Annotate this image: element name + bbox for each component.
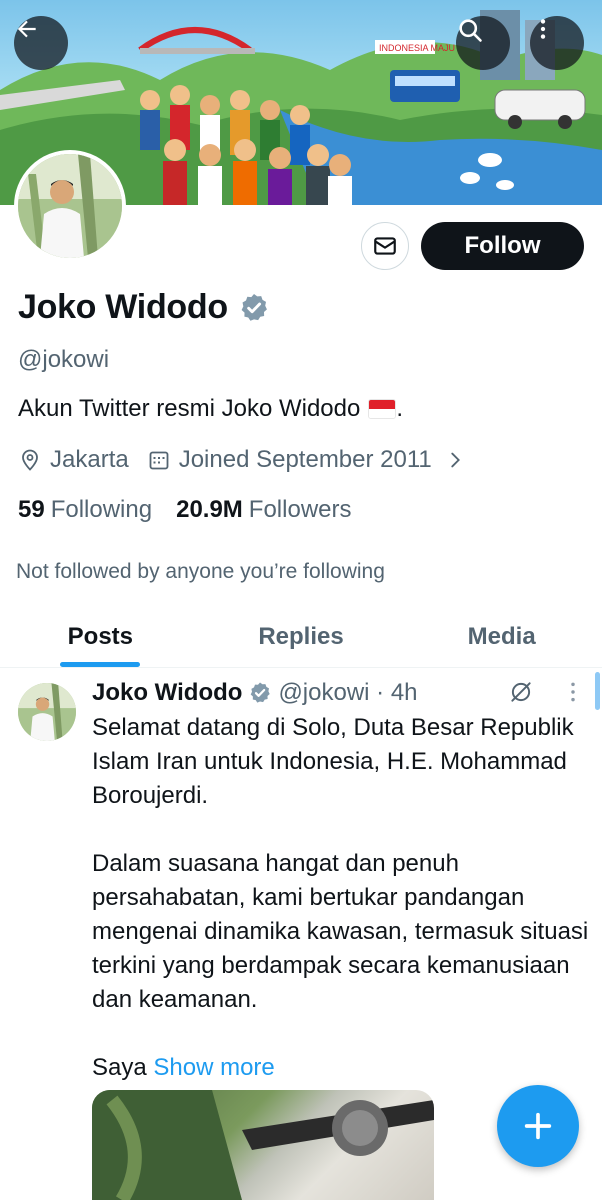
more-vertical-icon [540,19,546,39]
post-header: Joko Widodo @jokowi · 4h [92,679,418,707]
tab-posts-label: Posts [67,622,134,650]
profile-meta[interactable]: Jakarta Joined September 2011 [18,446,474,474]
banner-sign: INDONESIA MAJU [379,43,455,53]
followers-label: Followers [248,496,352,523]
post-media-image[interactable] [92,1090,434,1200]
post-author-handle: @jokowi [278,679,370,706]
post-time: 4h [390,679,418,706]
post-avatar[interactable] [18,683,76,741]
profile-name: Joko Widodo [18,288,228,326]
message-button[interactable] [361,222,409,270]
post-text-paragraph-3: Saya [92,1054,147,1081]
avatar-photo [18,154,122,258]
following-count: 59 [18,496,45,523]
plus-icon [524,1112,552,1140]
location-item: Jakarta [18,446,129,474]
tab-media-label: Media [467,622,536,650]
not-followed-note: Not followed by anyone you’re following [16,560,385,583]
chevron-right-icon[interactable] [444,449,466,471]
post-author-name[interactable]: Joko Widodo [92,679,242,707]
followers-link[interactable]: 20.9M Followers [176,496,351,524]
verified-badge-icon[interactable] [238,292,270,324]
followers-count: 20.9M [176,496,243,523]
bio-period: . [396,395,404,422]
post-more-icon[interactable] [560,679,586,705]
profile-bio: Akun Twitter resmi Joko Widodo . [18,395,403,423]
location-text: Jakarta [50,446,129,473]
media-photo [92,1090,434,1200]
search-icon [459,19,482,42]
calendar-icon [149,451,169,470]
back-button[interactable] [14,16,68,70]
envelope-icon [374,237,396,255]
tab-replies[interactable]: Replies [201,606,402,667]
location-icon [22,449,38,471]
profile-avatar[interactable] [14,150,126,262]
post-body: Selamat datang di Solo, Duta Besar Repub… [92,711,590,1085]
following-label: Following [50,496,153,523]
verified-badge-icon [251,682,271,703]
tab-media[interactable]: Media [401,606,602,667]
post-text-paragraph-2: Dalam suasana hangat dan penuh persahaba… [92,850,589,1013]
scroll-indicator[interactable] [595,672,600,710]
tab-posts[interactable]: Posts [0,606,201,667]
compose-post-button[interactable] [497,1085,579,1167]
joined-text: Joined September 2011 [178,446,432,473]
post-actions-top [508,679,586,705]
tab-replies-label: Replies [258,622,344,650]
follow-button[interactable]: Follow [421,222,584,270]
active-tab-indicator [60,662,141,667]
post-separator: · [369,679,391,706]
profile-handle: @jokowi [18,346,110,373]
indonesia-flag-icon [368,399,397,419]
grok-icon[interactable] [508,679,534,705]
post-text-paragraph-1: Selamat datang di Solo, Duta Besar Repub… [92,714,574,809]
following-link[interactable]: 59 Following [18,496,152,524]
joined-item: Joined September 2011 [147,446,432,474]
follow-stats: 59 Following 20.9M Followers [18,496,376,524]
more-options-button[interactable] [530,16,584,70]
search-button[interactable] [456,16,510,70]
post-avatar-photo [18,683,76,741]
show-more-link[interactable]: Show more [153,1054,274,1081]
profile-tabs: Posts Replies Media [0,606,602,668]
bio-text: Akun Twitter resmi Joko Widodo [18,395,361,422]
profile-name-row: Joko Widodo [18,288,270,327]
back-arrow-icon [17,20,36,38]
